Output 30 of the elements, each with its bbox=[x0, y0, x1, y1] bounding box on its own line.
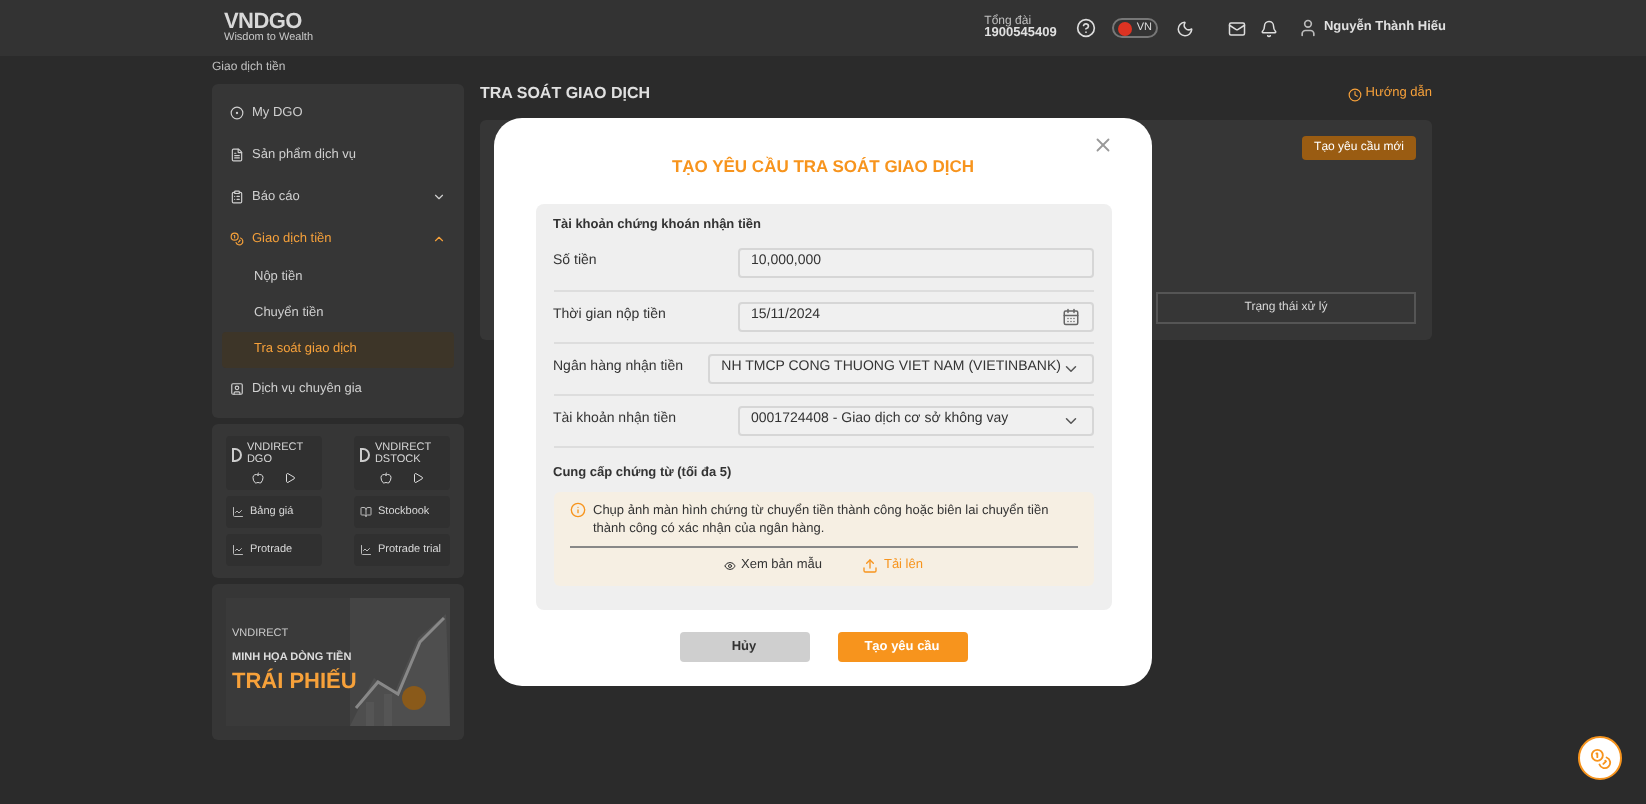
help-icon[interactable] bbox=[1076, 18, 1097, 38]
app-logo-icon bbox=[360, 447, 371, 461]
apple-icon[interactable] bbox=[380, 472, 392, 484]
page-title: TRA SOÁT GIAO DỊCH bbox=[480, 82, 651, 106]
chevron-down-icon bbox=[432, 190, 446, 204]
close-icon[interactable] bbox=[1092, 134, 1114, 156]
app-logo-icon bbox=[232, 447, 243, 461]
modal-title: TẠO YÊU CẦU TRA SOÁT GIAO DỊCH bbox=[671, 154, 975, 180]
play-store-icon[interactable] bbox=[284, 472, 296, 484]
upload-icon bbox=[861, 558, 878, 575]
menu-item-icon bbox=[230, 382, 244, 396]
menu-item-icon bbox=[230, 190, 244, 204]
logo[interactable]: VNDGO bbox=[224, 11, 314, 34]
clock-icon bbox=[1347, 87, 1362, 101]
notification-icon[interactable] bbox=[1259, 19, 1278, 37]
chat-button[interactable] bbox=[1578, 736, 1622, 780]
menu-item-icon bbox=[230, 106, 244, 120]
apple-icon[interactable] bbox=[252, 472, 264, 484]
menu-item-icon bbox=[230, 232, 244, 246]
mail-icon[interactable] bbox=[1227, 19, 1246, 37]
dark-mode-icon[interactable] bbox=[1175, 19, 1194, 37]
calendar-icon bbox=[1061, 307, 1079, 325]
chevron-up-icon bbox=[432, 232, 446, 246]
eye-icon bbox=[723, 560, 735, 573]
avatar-icon[interactable] bbox=[1297, 18, 1318, 38]
play-store-icon[interactable] bbox=[412, 472, 424, 484]
banner-title: TRÁI PHIẾU bbox=[232, 666, 359, 698]
menu-item-icon bbox=[230, 148, 244, 162]
flag-icon bbox=[1118, 21, 1133, 35]
info-icon bbox=[569, 502, 585, 519]
